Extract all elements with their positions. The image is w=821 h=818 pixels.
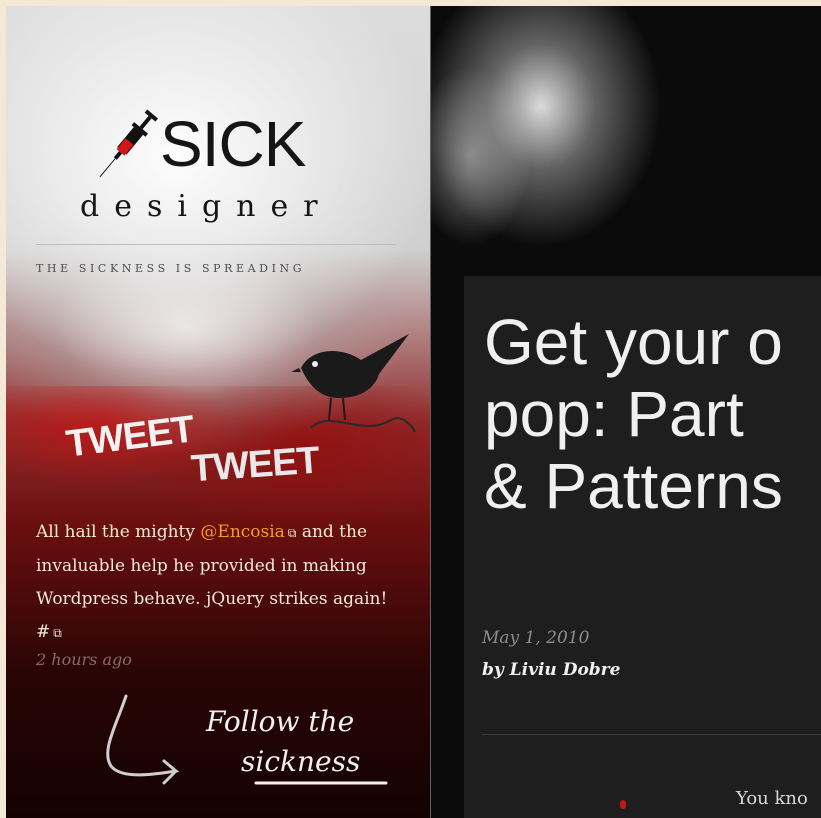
syringe-icon (99, 109, 159, 178)
tweet-handle-link[interactable]: @Encosia (200, 522, 284, 542)
external-link-icon[interactable]: ⧉ (288, 526, 297, 540)
page-frame: SICK designer THE SICKNESS IS SPREADING … (6, 6, 821, 818)
tweet-heading-word2: TWEET (189, 439, 321, 491)
tweet-body: All hail the mighty @Encosia ⧉ and the in… (36, 516, 396, 650)
post-title-line3: & Patterns (484, 450, 783, 522)
sidebar: SICK designer THE SICKNESS IS SPREADING … (6, 6, 430, 818)
tweet-text-before: All hail the mighty (36, 522, 195, 542)
logo-sick-text: SICK (160, 108, 306, 180)
external-link-icon[interactable]: ⧉ (53, 626, 62, 640)
post-date: May 1, 2010 (482, 628, 590, 648)
tagline-divider (36, 244, 396, 245)
tweet-timestamp: 2 hours ago (36, 650, 132, 669)
post-divider (482, 734, 821, 735)
red-paint-drop (620, 800, 626, 809)
logo-designer-text: designer (80, 189, 333, 224)
hand-drawn-arrow-icon (106, 694, 180, 785)
follow-line2: sickness (241, 745, 360, 778)
bird-icon (291, 334, 416, 433)
post-title-line1: Get your o (484, 306, 783, 378)
brush-stroke-decoration (431, 6, 821, 286)
follow-line1: Follow the (205, 705, 354, 738)
tweet-hash-link[interactable]: # (36, 622, 50, 642)
post-title[interactable]: Get your o pop: Part & Patterns (484, 306, 821, 522)
post-title-line2: pop: Part (484, 378, 744, 450)
post-excerpt: You kno (736, 788, 808, 809)
site-tagline: THE SICKNESS IS SPREADING (36, 262, 306, 275)
site-logo[interactable]: SICK designer (80, 102, 380, 232)
post-author[interactable]: by Liviu Dobre (482, 660, 620, 680)
follow-the-sickness-link[interactable]: Follow the sickness (96, 691, 396, 806)
